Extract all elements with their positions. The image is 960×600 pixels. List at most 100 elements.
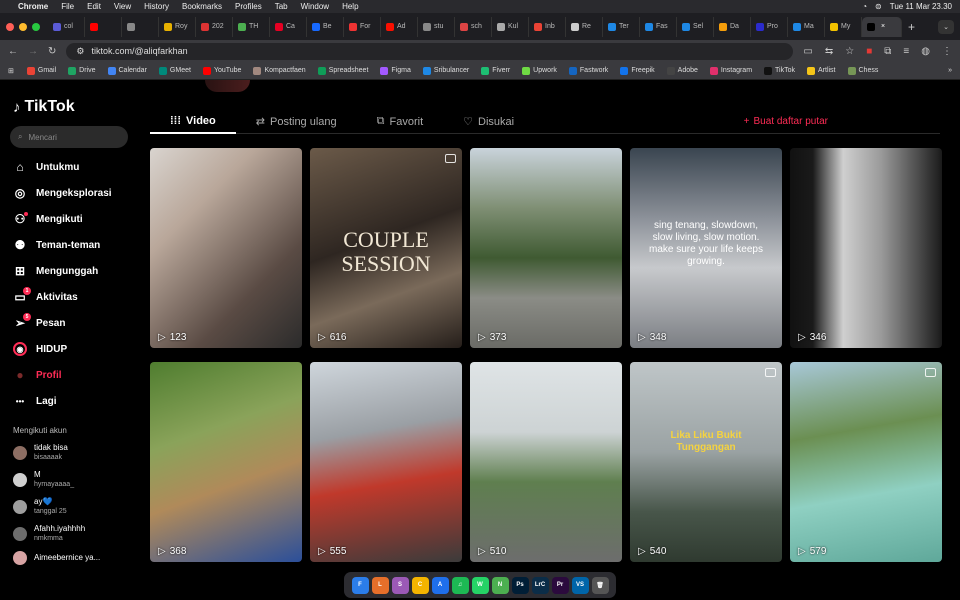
video-thumbnail[interactable]: ▷ 368 xyxy=(150,362,302,562)
video-thumbnail[interactable]: Lika Liku Bukit Tunggangan ▷ 540 xyxy=(630,362,782,562)
dock-app[interactable]: L xyxy=(371,576,389,594)
dock-app[interactable]: 🗑 xyxy=(591,576,609,594)
sidebar-item-aktivitas[interactable]: ▭ 1 Aktivitas xyxy=(10,284,128,310)
close-tab-icon[interactable]: × xyxy=(881,23,885,30)
browser-tab[interactable]: stu xyxy=(418,16,455,37)
bookmark-freepik[interactable]: Freepik xyxy=(620,66,655,75)
dock-app[interactable]: Pr xyxy=(551,576,569,594)
cast-icon[interactable]: ▭ xyxy=(803,46,812,57)
menu-item-bookmarks[interactable]: Bookmarks xyxy=(182,2,222,11)
browser-tab[interactable]: For xyxy=(344,16,381,37)
bookmark-fastwork[interactable]: Fastwork xyxy=(568,66,608,75)
sidebar-item-hidup[interactable]: ◉ HIDUP xyxy=(10,336,128,362)
bookmark-fiverr[interactable]: Fiverr xyxy=(481,66,510,75)
following-account[interactable]: tidak bisa bisaaaak xyxy=(10,443,128,462)
browser-tab[interactable]: Re xyxy=(566,16,603,37)
forward-icon[interactable]: → xyxy=(28,46,38,57)
dock-app[interactable]: W xyxy=(471,576,489,594)
sidebar-item-mengeksplorasi[interactable]: ◎ Mengeksplorasi xyxy=(10,180,128,206)
menu-app-name[interactable]: Chrome xyxy=(18,2,48,11)
tab-favorit[interactable]: ⧉ Favorit xyxy=(357,110,443,134)
menu-item-view[interactable]: View xyxy=(114,2,131,11)
bookmark-calendar[interactable]: Calendar xyxy=(107,66,147,75)
video-thumbnail[interactable]: ▷ 373 xyxy=(470,148,622,348)
clock[interactable]: Tue 11 Mar 23.30 xyxy=(890,2,952,11)
bookmark-star-icon[interactable]: ☆ xyxy=(845,46,854,57)
sidebar-item-lagi[interactable]: ••• Lagi xyxy=(10,388,128,414)
dock-app[interactable]: VS xyxy=(571,576,589,594)
video-thumbnail[interactable]: sing tenang, slowdown, slow living, slow… xyxy=(630,148,782,348)
dock-app[interactable]: Ps xyxy=(511,576,529,594)
sidebar-item-pesan[interactable]: ➢ 5 Pesan xyxy=(10,310,128,336)
bookmark-instagram[interactable]: Instagram xyxy=(709,66,752,75)
browser-tab[interactable]: Ad xyxy=(381,16,418,37)
tab-disukai[interactable]: ♡ Disukai xyxy=(443,110,534,134)
browser-tab[interactable]: col xyxy=(48,16,85,37)
bookmark-gmeet[interactable]: GMeet xyxy=(158,66,191,75)
menu-item-tab[interactable]: Tab xyxy=(275,2,288,11)
minimize-window-button[interactable] xyxy=(19,22,27,31)
video-thumbnail[interactable]: COUPLE SESSION ▷ 616 xyxy=(310,148,462,348)
menu-item-file[interactable]: File xyxy=(61,2,74,11)
browser-tab[interactable]: Da xyxy=(714,16,751,37)
more-bookmarks-icon[interactable]: » xyxy=(948,67,952,74)
sidebar-item-mengunggah[interactable]: ⊞ Mengunggah xyxy=(10,258,128,284)
video-thumbnail[interactable]: ▷ 123 xyxy=(150,148,302,348)
video-thumbnail[interactable]: ▷ 510 xyxy=(470,362,622,562)
browser-tab[interactable]: sch xyxy=(455,16,492,37)
site-settings-icon[interactable]: ⚙ xyxy=(76,46,84,57)
url-field[interactable]: ⚙ tiktok.com/@aliqfarkhan xyxy=(66,42,794,60)
menu-item-profiles[interactable]: Profiles xyxy=(235,2,262,11)
translate-icon[interactable]: ⇆ xyxy=(825,46,833,57)
menu-item-window[interactable]: Window xyxy=(301,2,329,11)
dock-app[interactable]: S xyxy=(391,576,409,594)
browser-tab[interactable]: Ca xyxy=(270,16,307,37)
apps-grid-icon[interactable]: ⊞ xyxy=(8,67,14,75)
create-playlist-button[interactable]: + Buat daftar putar xyxy=(744,116,828,127)
browser-tab[interactable]: Sel xyxy=(677,16,714,37)
bookmark-youtube[interactable]: YouTube xyxy=(202,66,241,75)
video-thumbnail[interactable]: ▷ 346 xyxy=(790,148,942,348)
sidebar-item-profil[interactable]: ● Profil xyxy=(10,362,128,388)
tab-posting-ulang[interactable]: ⇄ Posting ulang xyxy=(236,110,357,134)
following-account[interactable]: Afahh.iyahhhh nmkmma xyxy=(10,524,128,543)
browser-tab[interactable]: Inb xyxy=(529,16,566,37)
menu-item-history[interactable]: History xyxy=(144,2,169,11)
menu-item-edit[interactable]: Edit xyxy=(87,2,101,11)
browser-tab[interactable]: Ma xyxy=(788,16,825,37)
new-tab-button[interactable]: + xyxy=(908,20,915,34)
bookmark-artlist[interactable]: Artlist xyxy=(807,66,836,75)
menu-item-help[interactable]: Help xyxy=(342,2,358,11)
browser-tab[interactable]: Kul xyxy=(492,16,529,37)
zoom-window-button[interactable] xyxy=(32,22,40,31)
browser-tab[interactable]: 202 xyxy=(196,16,233,37)
bookmark-kompactfaen[interactable]: Kompactfaen xyxy=(253,66,306,75)
bookmark-figma[interactable]: Figma xyxy=(380,66,411,75)
reading-list-icon[interactable]: ≡ xyxy=(903,46,909,57)
browser-tab[interactable]: Roy xyxy=(159,16,196,37)
following-account[interactable]: ay💙 tanggal 25 xyxy=(10,497,128,516)
sidebar-item-mengikuti[interactable]: ⚇ Mengikuti xyxy=(10,206,128,232)
dock-app[interactable]: ♫ xyxy=(451,576,469,594)
chrome-menu-icon[interactable]: ⋮ xyxy=(942,46,952,57)
profile-avatar-icon[interactable]: ◍ xyxy=(921,46,930,57)
bookmark-gmail[interactable]: Gmail xyxy=(26,66,56,75)
bookmark-spreadsheet[interactable]: Spreadsheet xyxy=(317,66,368,75)
dock-app[interactable]: C xyxy=(411,576,429,594)
browser-tab[interactable]: TH xyxy=(233,16,270,37)
browser-tab[interactable] xyxy=(122,16,159,37)
tab-search-button[interactable]: ⌄ xyxy=(938,19,954,34)
extension-red-icon[interactable]: ■ xyxy=(866,46,872,57)
dock-app[interactable]: A xyxy=(431,576,449,594)
reload-icon[interactable]: ↻ xyxy=(48,46,56,57)
sidebar-item-teman-teman[interactable]: ⚉ Teman-teman xyxy=(10,232,128,258)
control-center-icon[interactable]: ⊜ xyxy=(875,2,882,11)
tiktok-logo[interactable]: ♪ TikTok xyxy=(13,98,128,116)
video-thumbnail[interactable]: ▷ 579 xyxy=(790,362,942,562)
browser-tab[interactable]: × xyxy=(862,16,902,37)
close-window-button[interactable] xyxy=(6,22,14,31)
bookmark-chess[interactable]: Chess xyxy=(847,66,878,75)
dock-app[interactable]: LrC xyxy=(531,576,549,594)
following-account[interactable]: Mhymayaaaa_ xyxy=(10,470,128,489)
wifi-icon[interactable]: ◔ xyxy=(862,2,867,11)
